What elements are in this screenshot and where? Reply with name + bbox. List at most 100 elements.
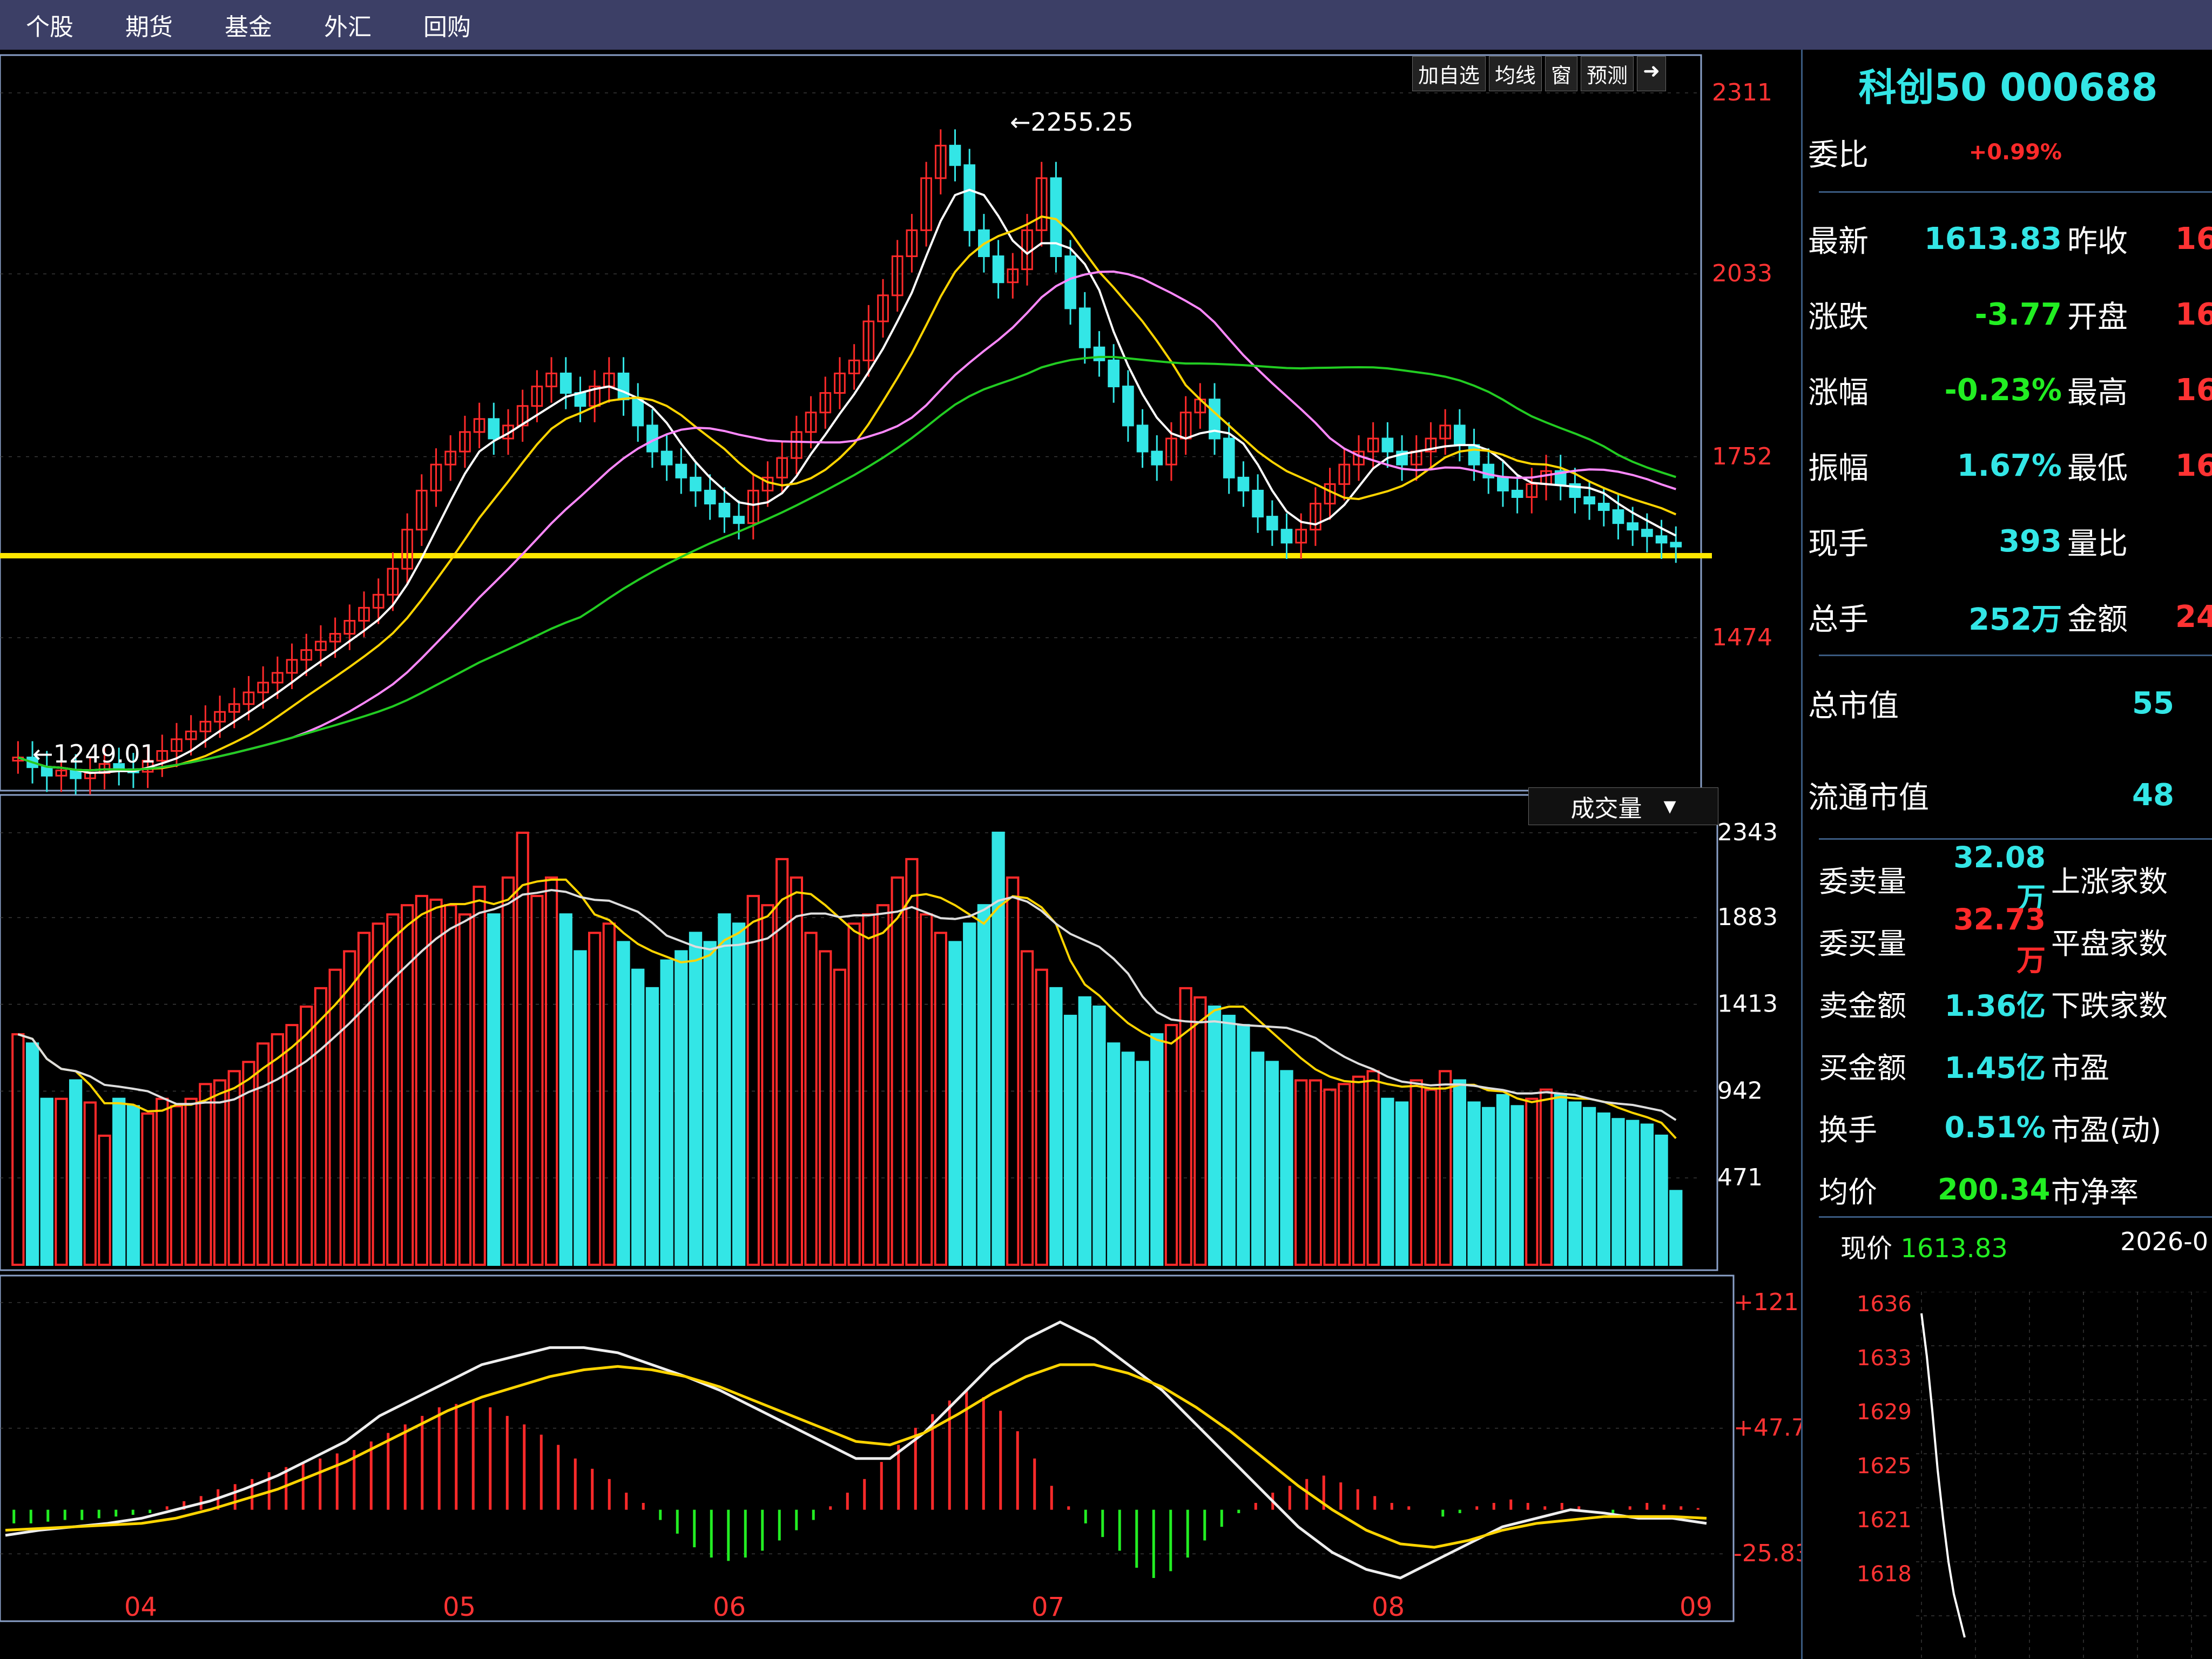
volume-bar-up xyxy=(544,876,558,1266)
volume-bar-down xyxy=(1121,1051,1135,1266)
volume-bar-down xyxy=(963,922,976,1266)
volume-bar-up xyxy=(11,1033,25,1266)
quote-label-2: 昨收 xyxy=(2067,224,2128,259)
tab-stock[interactable]: 个股 xyxy=(0,8,99,42)
quote-value: 252万 xyxy=(1968,602,2062,637)
month-label: 05 xyxy=(443,1592,476,1622)
moving-average-button[interactable]: 均线 xyxy=(1489,56,1542,91)
tab-repo[interactable]: 回购 xyxy=(397,8,497,42)
volume-bar-up xyxy=(790,876,804,1266)
volume-bar-up xyxy=(444,904,457,1266)
volume-bar-down xyxy=(559,913,572,1266)
stock-chart[interactable]: 2311 2033 1752 1474 ←2255.25 ←1249.01 2343 1883… xyxy=(0,50,1801,1659)
stat-label-2: 市净率 xyxy=(2051,1175,2139,1209)
tab-futures[interactable]: 期货 xyxy=(99,8,199,42)
volume-bar-up xyxy=(357,932,371,1266)
volume-bar-up xyxy=(213,1079,227,1266)
volume-bar-down xyxy=(948,941,962,1266)
volume-bar-up xyxy=(891,876,904,1266)
candle-down xyxy=(1266,516,1278,531)
candle-down xyxy=(1627,522,1639,531)
volume-axis-label: 1413 xyxy=(1717,990,1778,1018)
stat-label-2: 市盈(动) xyxy=(2051,1112,2162,1147)
add-watchlist-button[interactable]: 加自选 xyxy=(1412,56,1486,91)
weibi-label: 委比 xyxy=(1808,137,1869,173)
high-annotation: ←2255.25 xyxy=(1010,107,1134,137)
volume-bar-up xyxy=(775,858,789,1266)
candle-down xyxy=(1252,489,1264,518)
ma60-line xyxy=(17,356,1676,772)
volume-bar-up xyxy=(55,1097,68,1266)
tab-fund[interactable]: 基金 xyxy=(199,8,298,42)
volume-bar-up xyxy=(1525,1097,1539,1266)
quote-label-2: 最高 xyxy=(2067,375,2128,410)
stat-row: 买金额 1.45亿 市盈 xyxy=(1819,1035,2109,1095)
volume-bar-down xyxy=(1208,1005,1222,1266)
window-button[interactable]: 窗 xyxy=(1545,56,1578,91)
volume-axis-label: 2343 xyxy=(1717,819,1778,846)
volume-bar-down xyxy=(1554,1094,1567,1266)
index-title: 科创50 000688 xyxy=(1858,65,2158,110)
volume-bar-down xyxy=(703,941,717,1266)
intraday-mini-chart[interactable] xyxy=(1916,1292,2208,1659)
candle-down xyxy=(1237,476,1250,491)
candle-down xyxy=(1670,542,1682,548)
macd-dea-line xyxy=(5,1363,1707,1549)
candle-down xyxy=(1381,437,1394,453)
volume-bar-up xyxy=(1410,1079,1423,1266)
stat-label: 买金额 xyxy=(1819,1050,1906,1085)
volume-bar-up xyxy=(458,913,472,1266)
volume-bar-down xyxy=(1251,1051,1265,1266)
weibi-value: +0.99% xyxy=(1968,140,2062,165)
volume-bar-down xyxy=(69,1079,83,1266)
volume-bar-down xyxy=(1265,1061,1279,1266)
candle-down xyxy=(1064,255,1076,309)
quote-value: 1.67% xyxy=(1957,448,2062,483)
float-mv-value: 48 xyxy=(2132,777,2174,813)
quote-value: 393 xyxy=(1999,523,2062,559)
divider xyxy=(1819,191,2212,193)
volume-bar-up xyxy=(1338,1083,1351,1266)
volume-bar-up xyxy=(1439,1070,1452,1266)
stat-label: 换手 xyxy=(1819,1112,1877,1147)
forecast-button[interactable]: 预测 xyxy=(1581,56,1634,91)
volume-bar-down xyxy=(1640,1123,1654,1266)
volume-indicator-selector[interactable]: 成交量 ▼ xyxy=(1528,787,1718,825)
stat-row: 均价 200.34 市净率 xyxy=(1819,1159,2139,1219)
volume-bar-down xyxy=(1597,1112,1610,1266)
volume-bar-down xyxy=(1136,1061,1149,1266)
volume-bar-up xyxy=(761,904,774,1266)
quote-label: 涨跌 xyxy=(1808,299,1869,335)
tab-forex[interactable]: 外汇 xyxy=(298,8,397,42)
volume-bar-up xyxy=(876,904,890,1266)
candle-down xyxy=(660,450,673,466)
quote-label-2: 最低 xyxy=(2067,450,2128,486)
chevron-down-icon: ▼ xyxy=(1663,797,1676,816)
volume-bar-down xyxy=(25,1042,39,1266)
volume-bar-down xyxy=(1582,1107,1596,1266)
price-axis-label: 1474 xyxy=(1712,624,1772,651)
exit-arrow-icon[interactable]: ➜ xyxy=(1637,56,1666,91)
stat-label: 委买量 xyxy=(1819,926,1906,961)
stat-label: 卖金额 xyxy=(1819,988,1906,1023)
candle-down xyxy=(949,145,961,166)
volume-bar-down xyxy=(1395,1101,1409,1266)
volume-bar-up xyxy=(400,904,414,1266)
candle-down xyxy=(1497,476,1509,491)
candle-down xyxy=(963,164,976,231)
volume-bar-down xyxy=(487,913,501,1266)
total-mv-label: 总市值 xyxy=(1808,688,1899,724)
mini-price-label: 现价 1613.83 xyxy=(1840,1233,2008,1264)
stat-value: 0.51% xyxy=(1944,1110,2046,1144)
volume-bar-up xyxy=(905,858,919,1266)
candle-down xyxy=(1583,496,1595,505)
stat-row: 换手 0.51% 市盈(动) xyxy=(1819,1097,2161,1157)
candle-down xyxy=(1655,535,1668,544)
volume-bar-down xyxy=(631,968,645,1266)
stat-value: 32.73万 xyxy=(1953,902,2046,977)
float-mv-label: 流通市值 xyxy=(1808,780,1929,815)
volume-bar-up xyxy=(473,886,486,1266)
quote-row: 振幅 1.67%最低 160 xyxy=(1808,428,2212,503)
candle-down xyxy=(1209,399,1220,440)
volume-selector-label: 成交量 xyxy=(1570,795,1642,822)
